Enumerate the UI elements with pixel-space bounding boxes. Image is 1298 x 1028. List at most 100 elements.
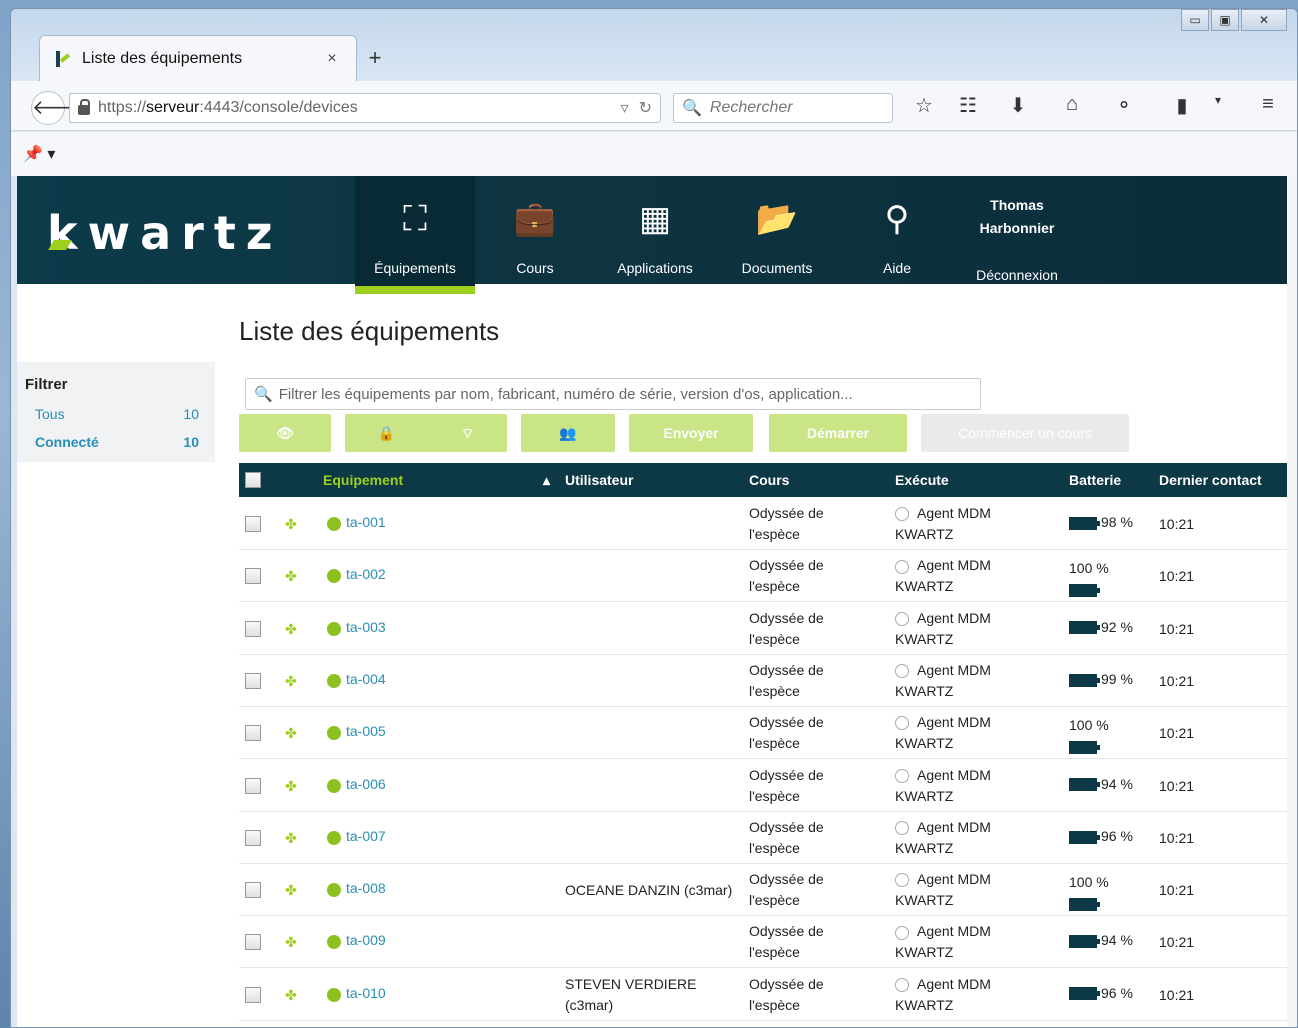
- device-link[interactable]: ta-007: [346, 828, 386, 844]
- device-link[interactable]: ta-004: [346, 671, 386, 687]
- back-button[interactable]: 🡐: [31, 91, 86, 125]
- device-link[interactable]: ta-003: [346, 619, 386, 635]
- lock-icon: 🔒: [377, 425, 396, 441]
- new-tab-button[interactable]: +: [363, 45, 387, 71]
- row-checkbox[interactable]: [245, 829, 261, 846]
- row-checkbox[interactable]: [245, 882, 261, 899]
- nav-label: Applications: [617, 260, 693, 276]
- clipboard-icon[interactable]: ▮: [1167, 93, 1197, 118]
- device-link[interactable]: ta-005: [346, 723, 386, 739]
- last-contact: 10:21: [1159, 620, 1195, 637]
- reload-icon[interactable]: ↻: [639, 98, 652, 118]
- device-link[interactable]: ta-010: [346, 985, 386, 1001]
- view-button[interactable]: 👁: [239, 414, 331, 452]
- col-batterie[interactable]: Batterie: [1069, 472, 1121, 488]
- battery-cell: 99 %: [1069, 671, 1133, 687]
- row-checkbox[interactable]: [245, 568, 261, 585]
- filter-all[interactable]: Tous 10: [35, 406, 199, 422]
- filter-count: 10: [183, 434, 199, 450]
- battery-value: 94 %: [1101, 932, 1133, 949]
- table-row[interactable]: ✤ ta-002 Odyssée de l'espèce Agent MDM KWARTZ…: [239, 550, 1297, 603]
- scrollbar[interactable]: [1287, 176, 1297, 1027]
- url-host: serveur: [146, 99, 200, 116]
- extension-icon[interactable]: ⚬: [1109, 93, 1139, 118]
- table-row[interactable]: ✤ ta-003 Odyssée de l'espèce Agent MDM KWARTZ…: [239, 603, 1297, 655]
- device-filter-input[interactable]: 🔍 Filtrer les équipements par nom, fabri…: [245, 378, 981, 410]
- tab-title: Liste des équipements: [82, 49, 243, 67]
- user-menu[interactable]: Thomas Harbonnier Déconnexion: [957, 194, 1077, 287]
- table-row[interactable]: ✤ ta-005 Odyssée de l'espèce Agent MDM KWARTZ…: [239, 707, 1297, 760]
- pin-icon[interactable]: 📌 ▾: [23, 144, 55, 164]
- minimize-button[interactable]: ▭: [1181, 9, 1209, 31]
- row-checkbox[interactable]: [245, 777, 261, 794]
- send-button[interactable]: Envoyer: [629, 414, 753, 452]
- last-contact: 10:21: [1159, 725, 1195, 742]
- android-icon: ✤: [285, 620, 297, 637]
- col-utilisateur[interactable]: Utilisateur: [565, 472, 633, 488]
- begin-course-button[interactable]: Commencer un cours: [921, 414, 1129, 452]
- row-checkbox[interactable]: [245, 516, 261, 532]
- nav-documents[interactable]: 📂 Documents: [717, 176, 837, 284]
- course-line-1: Odyssée de: [749, 714, 824, 731]
- browser-tab[interactable]: Liste des équipements ×: [39, 35, 357, 81]
- menu-icon[interactable]: ≡: [1253, 93, 1283, 116]
- row-checkbox[interactable]: [245, 620, 261, 637]
- chevron-down-icon[interactable]: ▾: [1203, 93, 1233, 107]
- row-checkbox[interactable]: [245, 934, 261, 951]
- filter-connected[interactable]: Connecté 10: [35, 434, 199, 450]
- bookmark-star-icon[interactable]: ☆: [909, 93, 939, 118]
- user-cell: OCEANE DANZIN (c3mar): [565, 882, 733, 899]
- device-link[interactable]: ta-001: [346, 514, 386, 530]
- table-row[interactable]: ✤ ta-010 STEVEN VERDIERE (c3mar) Odyssée de…: [239, 969, 1297, 1021]
- app-line-2: KWARTZ: [895, 526, 954, 542]
- table-row[interactable]: ✤ ta-008 OCEANE DANZIN (c3mar) Odyssée de l'…: [239, 864, 1297, 917]
- col-dernier-contact[interactable]: Dernier contact: [1159, 472, 1262, 488]
- battery-value: 100 %: [1069, 560, 1109, 577]
- lock-rss-button[interactable]: 🔒 ⌔: [345, 414, 507, 452]
- start-button[interactable]: Démarrer: [769, 414, 907, 452]
- device-link[interactable]: ta-008: [346, 880, 386, 896]
- dropdown-arrow-icon[interactable]: ▿: [621, 98, 629, 118]
- nav-applications[interactable]: ▦ Applications: [595, 176, 715, 284]
- device-link[interactable]: ta-009: [346, 932, 386, 948]
- nav-aide[interactable]: ⚲ Aide: [837, 176, 957, 284]
- nav-equipements[interactable]: ⛶ Équipements: [355, 176, 475, 294]
- battery-value: 99 %: [1101, 670, 1133, 687]
- tab-close-icon[interactable]: ×: [322, 50, 342, 68]
- col-cours[interactable]: Cours: [749, 472, 789, 488]
- kwartz-logo[interactable]: kwartz: [47, 206, 283, 260]
- maximize-button[interactable]: ▣: [1211, 9, 1239, 31]
- course-cell: Odyssée de l'espèce: [749, 869, 824, 911]
- row-checkbox[interactable]: [245, 672, 261, 689]
- select-all-checkbox[interactable]: [245, 472, 261, 488]
- col-equipement[interactable]: Equipement: [323, 472, 403, 488]
- row-checkbox[interactable]: [245, 725, 261, 742]
- nav-cours[interactable]: 💼 Cours: [475, 176, 595, 284]
- sort-arrow-icon[interactable]: ▴: [543, 472, 550, 489]
- table-row[interactable]: ✤ ta-009 Odyssée de l'espèce Agent MDM KWARTZ…: [239, 916, 1297, 969]
- col-execute[interactable]: Exécute: [895, 472, 949, 488]
- battery-cell: 94 %: [1069, 932, 1133, 948]
- logout-link[interactable]: Déconnexion: [957, 264, 1077, 287]
- device-link[interactable]: ta-002: [346, 566, 386, 582]
- table-row[interactable]: ✤ ta-001 Odyssée de l'espèce Agent MDM KWARTZ…: [239, 498, 1297, 550]
- url-bar[interactable]: https://serveur:4443/console/devices ▿ ↻: [69, 93, 661, 123]
- search-box[interactable]: 🔍 Rechercher: [673, 93, 893, 123]
- filter-count: 10: [183, 406, 199, 422]
- table-row[interactable]: ✤ ta-006 Odyssée de l'espèce Agent MDM KWARTZ…: [239, 760, 1297, 812]
- agent-icon: [895, 716, 909, 731]
- agent-icon: [895, 611, 909, 626]
- group-button[interactable]: 👥: [521, 414, 615, 452]
- app-line-2: KWARTZ: [895, 682, 954, 699]
- home-icon[interactable]: ⌂: [1057, 93, 1087, 116]
- table-row[interactable]: ✤ ta-004 Odyssée de l'espèce Agent MDM KWARTZ…: [239, 655, 1297, 707]
- table-row[interactable]: ✤ ta-007 Odyssée de l'espèce Agent MDM KWARTZ…: [239, 812, 1297, 864]
- filter-sidebar: Filtrer Tous 10 Connecté 10: [17, 362, 215, 462]
- download-icon[interactable]: ⬇: [1003, 93, 1033, 118]
- device-link[interactable]: ta-006: [346, 776, 386, 792]
- close-window-button[interactable]: ✕: [1241, 9, 1287, 31]
- battery-cell: 100 %: [1069, 558, 1109, 600]
- row-checkbox[interactable]: [245, 986, 261, 1003]
- reading-list-icon[interactable]: ☷: [953, 93, 983, 118]
- app-cell: Agent MDM KWARTZ: [895, 921, 991, 963]
